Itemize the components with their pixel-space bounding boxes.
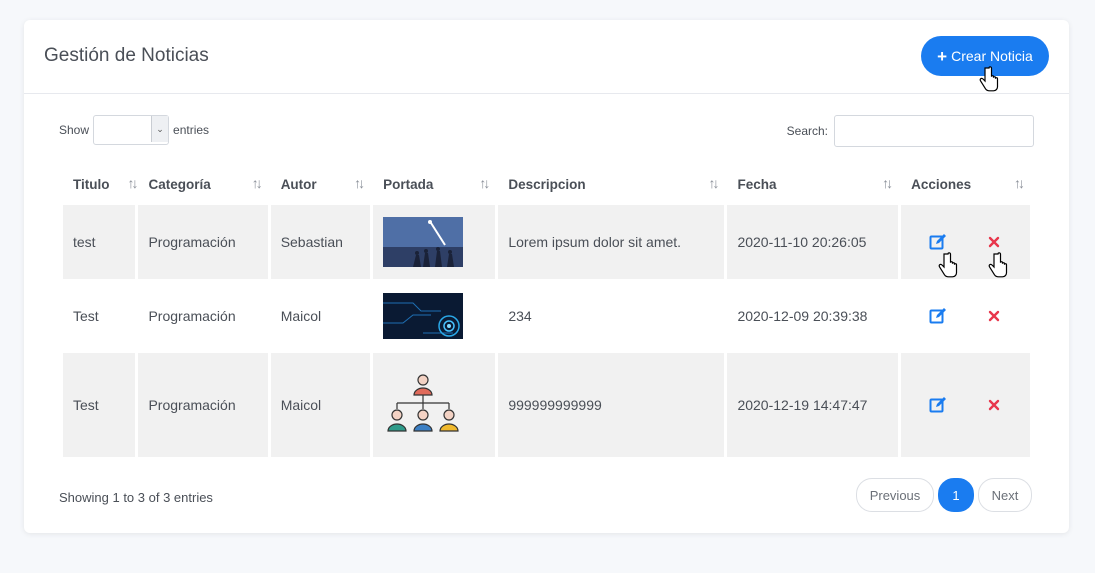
column-header-fecha[interactable]: Fecha ↑↓ bbox=[727, 163, 898, 205]
search-input[interactable] bbox=[834, 115, 1034, 147]
table-row: Test Programación Maicol 234 2020-12-09 … bbox=[63, 279, 1030, 353]
sort-icon: ↑↓ bbox=[479, 175, 490, 191]
edit-icon[interactable] bbox=[929, 233, 947, 251]
cell-portada bbox=[373, 205, 496, 279]
delete-icon[interactable] bbox=[985, 307, 1003, 325]
chevron-down-icon: ⌄ bbox=[151, 116, 169, 142]
column-header-acciones[interactable]: Acciones ↑↓ bbox=[901, 163, 1030, 205]
sort-icon: ↑↓ bbox=[354, 175, 365, 191]
cell-acciones bbox=[901, 279, 1030, 353]
column-label: Fecha bbox=[737, 176, 777, 192]
sort-icon: ↑↓ bbox=[127, 175, 138, 191]
cell-categoria: Programación bbox=[138, 353, 268, 457]
cell-categoria: Programación bbox=[138, 205, 268, 279]
table-row: test Programación Sebastian Lorem ipsum … bbox=[63, 205, 1030, 279]
delete-icon[interactable] bbox=[985, 233, 1003, 251]
sort-icon: ↑↓ bbox=[1014, 175, 1025, 191]
cell-categoria: Programación bbox=[138, 279, 268, 353]
plus-icon: + bbox=[937, 46, 948, 66]
next-button[interactable]: Next bbox=[978, 478, 1032, 512]
cell-fecha: 2020-12-09 20:39:38 bbox=[727, 279, 899, 353]
delete-icon[interactable] bbox=[985, 396, 1003, 414]
cell-autor: Maicol bbox=[270, 279, 371, 353]
space-image bbox=[383, 217, 464, 267]
column-header-autor[interactable]: Autor ↑↓ bbox=[271, 163, 370, 205]
column-label: Autor bbox=[280, 176, 317, 192]
page-title: Gestión de Noticias bbox=[44, 45, 209, 66]
cell-titulo: Test bbox=[63, 353, 136, 457]
column-label: Categoría bbox=[148, 176, 211, 192]
card-header: Gestión de Noticias + Crear Noticia bbox=[24, 20, 1069, 94]
row-actions bbox=[911, 307, 1020, 325]
column-label: Acciones bbox=[911, 176, 972, 192]
org-chart-image bbox=[387, 374, 459, 432]
cell-descripcion: 234 bbox=[498, 279, 725, 353]
search-label: Search: bbox=[786, 124, 828, 138]
edit-icon[interactable] bbox=[929, 396, 947, 414]
table-controls: Show ⌄ entries Search: bbox=[59, 115, 1034, 147]
cell-acciones bbox=[901, 205, 1030, 279]
edit-icon[interactable] bbox=[929, 307, 947, 325]
column-label: Portada bbox=[383, 176, 434, 192]
news-card: Gestión de Noticias + Crear Noticia Show… bbox=[24, 20, 1069, 533]
column-label: Descripcion bbox=[508, 176, 586, 192]
cell-fecha: 2020-12-19 14:47:47 bbox=[727, 353, 899, 457]
page-1-button[interactable]: 1 bbox=[938, 478, 974, 512]
table-row: Test Programación Maicol 999999999999 20… bbox=[63, 353, 1030, 457]
news-table: Titulo ↑↓ Categoría ↑↓ Autor ↑↓ Portada ↑↓ D… bbox=[60, 163, 1033, 457]
cell-portada bbox=[373, 279, 496, 353]
column-header-portada[interactable]: Portada ↑↓ bbox=[373, 163, 495, 205]
column-header-titulo[interactable]: Titulo ↑↓ bbox=[63, 163, 138, 205]
tech-circuit-image bbox=[383, 293, 464, 339]
cell-descripcion: Lorem ipsum dolor sit amet. bbox=[498, 205, 725, 279]
row-actions bbox=[911, 396, 1020, 414]
cell-fecha: 2020-11-10 20:26:05 bbox=[727, 205, 899, 279]
cell-autor: Maicol bbox=[270, 353, 371, 457]
pagination: Previous 1 Next bbox=[856, 478, 1032, 512]
column-header-categoria[interactable]: Categoría ↑↓ bbox=[138, 163, 267, 205]
sort-icon: ↑↓ bbox=[882, 175, 893, 191]
entries-select[interactable]: ⌄ bbox=[93, 115, 170, 145]
hand-cursor-icon bbox=[979, 66, 999, 92]
cell-acciones bbox=[901, 353, 1030, 457]
hand-cursor-icon bbox=[938, 252, 958, 278]
cell-autor: Sebastian bbox=[270, 205, 371, 279]
column-header-descripcion[interactable]: Descripcion ↑↓ bbox=[498, 163, 724, 205]
cell-titulo: Test bbox=[63, 279, 136, 353]
cell-descripcion: 999999999999 bbox=[498, 353, 725, 457]
cell-titulo: test bbox=[63, 205, 136, 279]
cell-portada bbox=[373, 353, 496, 457]
previous-button[interactable]: Previous bbox=[856, 478, 934, 512]
table-info: Showing 1 to 3 of 3 entries bbox=[59, 490, 213, 505]
row-actions bbox=[911, 233, 1020, 251]
show-label: Show bbox=[59, 123, 90, 137]
create-news-label: Crear Noticia bbox=[951, 48, 1033, 64]
sort-icon: ↑↓ bbox=[708, 175, 719, 191]
hand-cursor-icon bbox=[988, 252, 1008, 278]
sort-icon: ↑↓ bbox=[251, 175, 263, 191]
column-label: Titulo bbox=[73, 176, 110, 192]
search-control: Search: bbox=[787, 115, 1034, 147]
entries-label: entries bbox=[173, 123, 210, 137]
length-control: Show ⌄ entries bbox=[59, 115, 209, 145]
